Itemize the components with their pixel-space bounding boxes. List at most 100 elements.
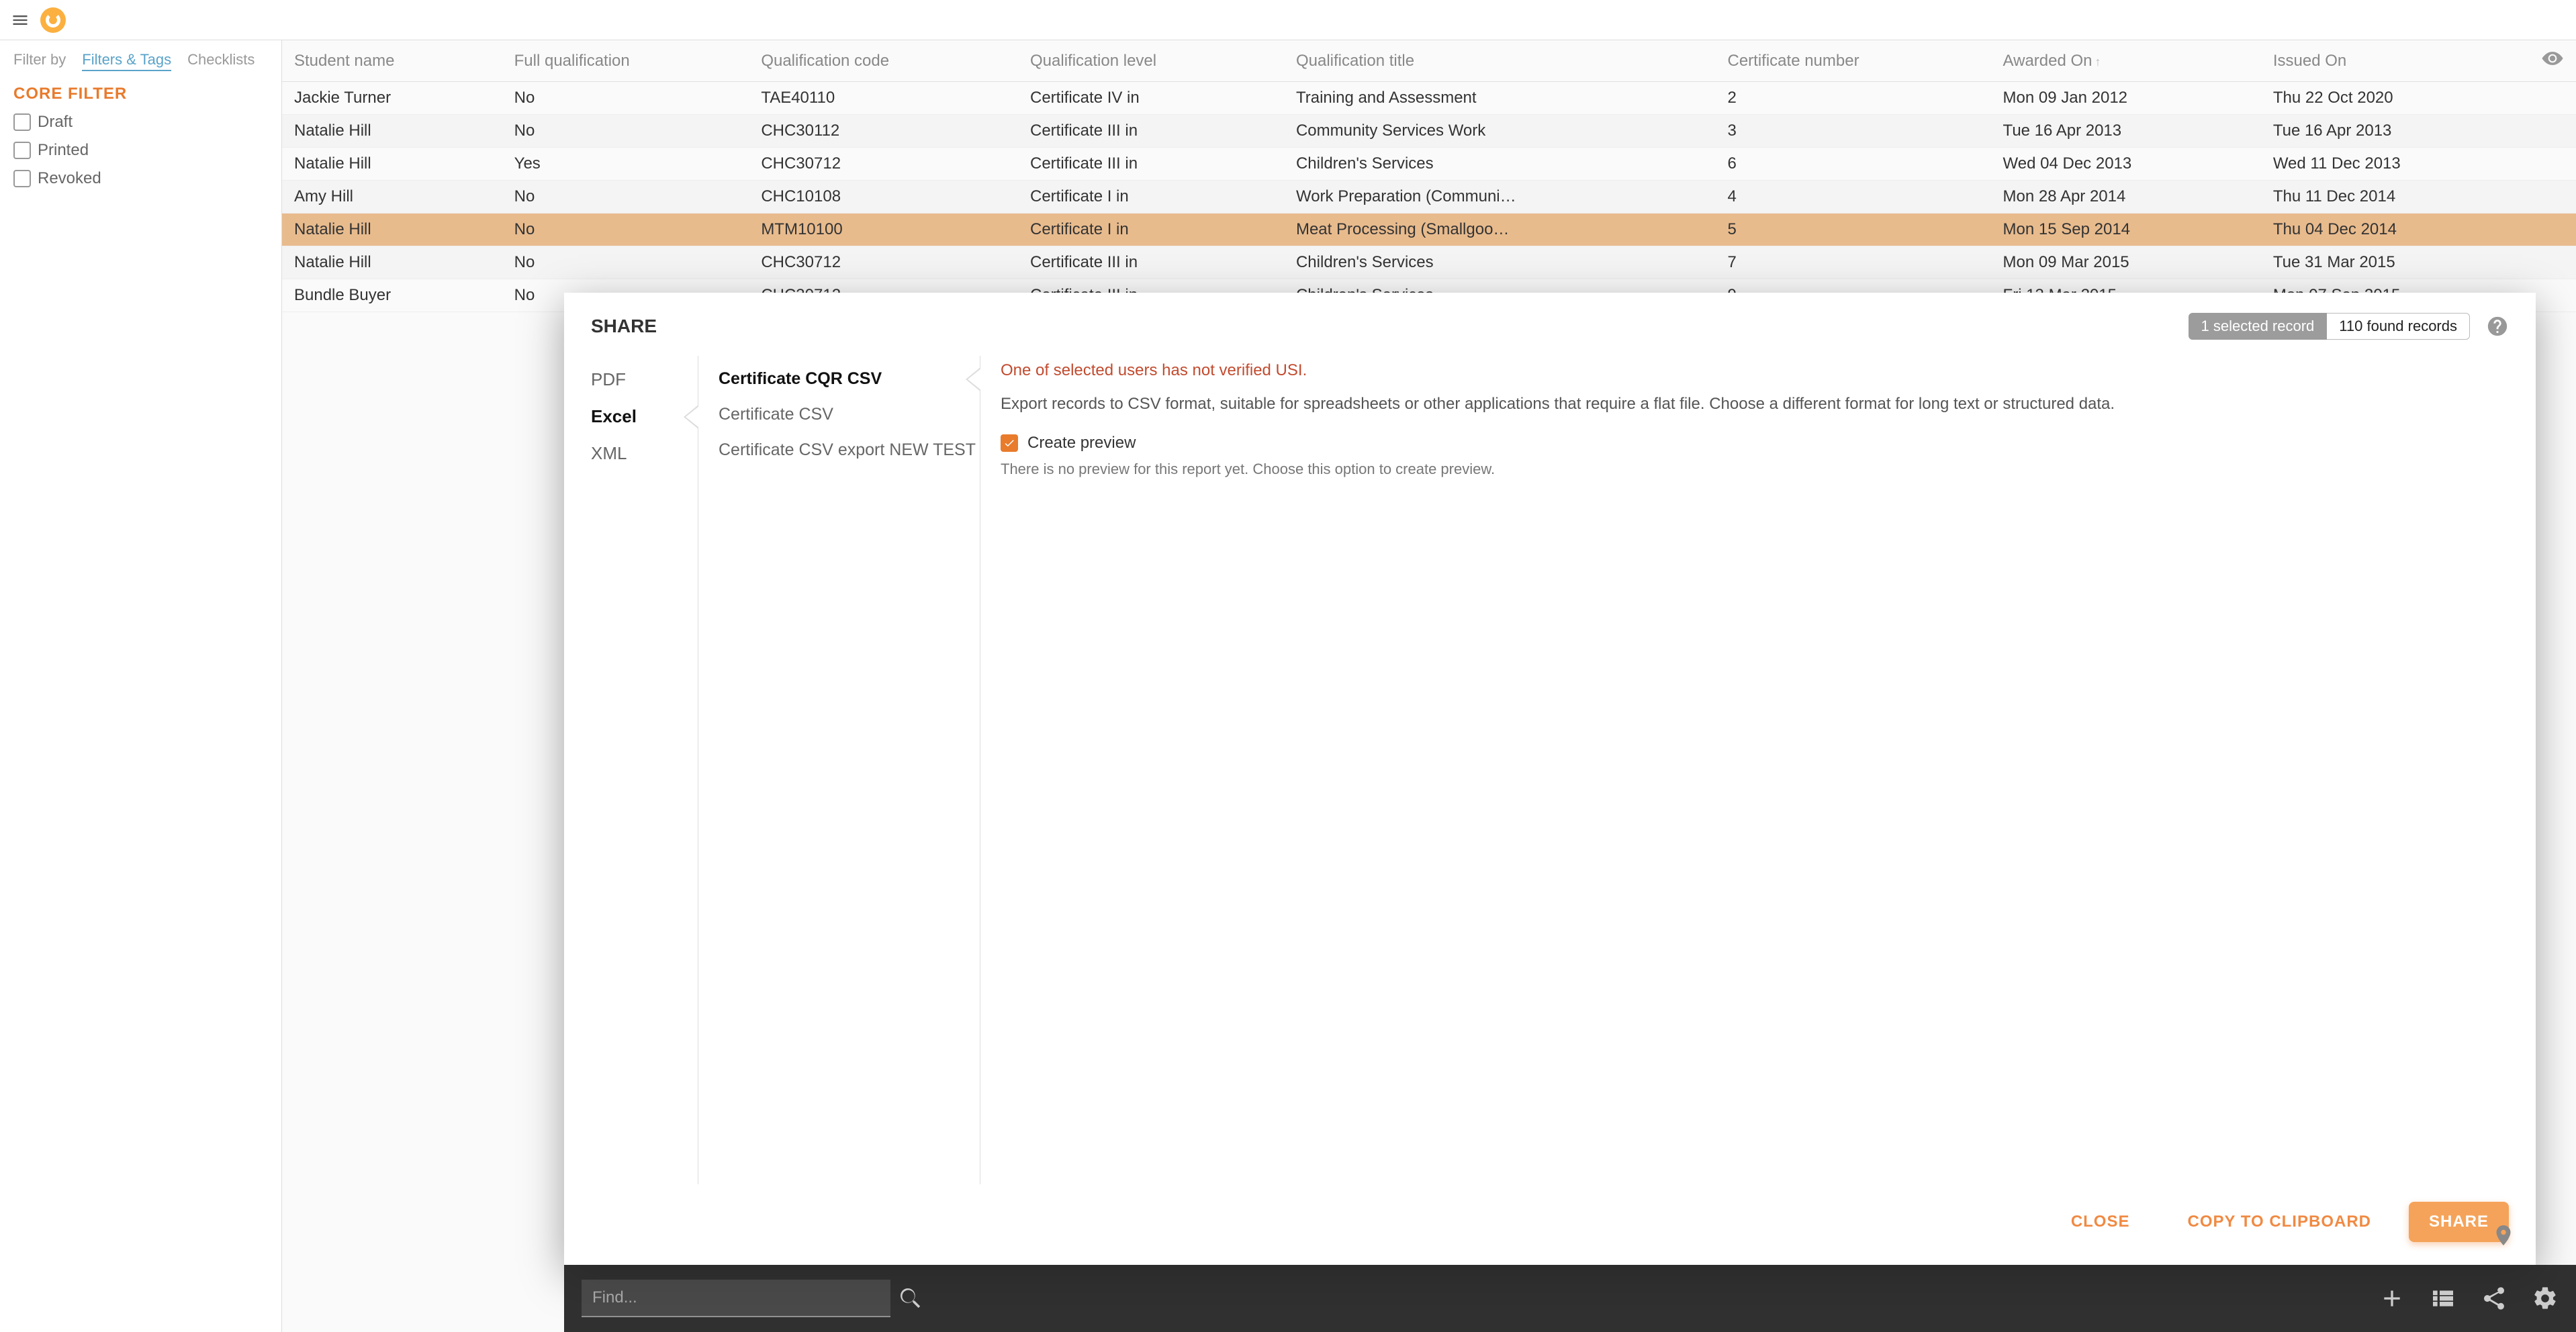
- create-preview-checkbox[interactable]: Create preview: [1001, 434, 2509, 453]
- cell-level: Certificate III in: [1018, 148, 1284, 181]
- col-qualification-level[interactable]: Qualification level: [1018, 40, 1284, 82]
- share-modal: SHARE 1 selected record 110 found record…: [564, 293, 2536, 1265]
- table-row[interactable]: Jackie TurnerNoTAE40110Certificate IV in…: [282, 82, 2576, 115]
- col-awarded-on[interactable]: Awarded On↑: [1991, 40, 2261, 82]
- format-xml[interactable]: XML: [591, 435, 698, 472]
- cell-awarded: Mon 28 Apr 2014: [1991, 181, 2261, 213]
- cell-issued: Thu 22 Oct 2020: [2261, 82, 2529, 115]
- cell-full: No: [502, 213, 749, 246]
- cell-title: Meat Processing (Smallgoo…: [1284, 213, 1716, 246]
- cell-title: Work Preparation (Communi…: [1284, 181, 1716, 213]
- cell-student: Natalie Hill: [282, 148, 502, 181]
- eye-icon[interactable]: [2541, 47, 2564, 70]
- pill-selected-records[interactable]: 1 selected record: [2189, 313, 2328, 340]
- format-excel[interactable]: Excel: [591, 398, 698, 435]
- settings-icon[interactable]: [2532, 1285, 2559, 1312]
- map-pin-icon[interactable]: [2491, 1219, 2516, 1251]
- cell-student: Amy Hill: [282, 181, 502, 213]
- cell-awarded: Mon 09 Mar 2015: [1991, 246, 2261, 279]
- col-qualification-title-label: Qualification title: [1296, 52, 1414, 70]
- cell-issued: Tue 16 Apr 2013: [2261, 115, 2529, 148]
- checkbox-icon[interactable]: [13, 113, 31, 131]
- filter-revoked-label: Revoked: [38, 169, 101, 188]
- filter-printed-label: Printed: [38, 141, 89, 160]
- cell-title: Community Services Work: [1284, 115, 1716, 148]
- usi-warning: One of selected users has not verified U…: [1001, 361, 2509, 380]
- filters-and-tags-tab[interactable]: Filters & Tags: [82, 51, 171, 71]
- main-area: Student name Full qualification Qualific…: [282, 40, 2576, 1332]
- export-format-column: PDF Excel XML: [591, 356, 698, 1184]
- col-certificate-number[interactable]: Certificate number: [1716, 40, 1991, 82]
- cell-num: 2: [1716, 82, 1991, 115]
- col-qualification-title[interactable]: Qualification title: [1284, 40, 1716, 82]
- table-row[interactable]: Natalie HillYesCHC30712Certificate III i…: [282, 148, 2576, 181]
- export-details-column: One of selected users has not verified U…: [980, 356, 2509, 1184]
- cell-issued: Tue 31 Mar 2015: [2261, 246, 2529, 279]
- cell-student: Natalie Hill: [282, 115, 502, 148]
- filter-by-label: Filter by: [13, 51, 66, 68]
- export-type-column: Certificate CQR CSV Certificate CSV Cert…: [698, 356, 980, 1184]
- search-input[interactable]: [582, 1280, 890, 1317]
- filter-draft[interactable]: Draft: [13, 113, 268, 132]
- help-icon[interactable]: [2486, 315, 2509, 338]
- logo-mark-icon: [40, 7, 66, 33]
- pill-found-records[interactable]: 110 found records: [2327, 313, 2470, 340]
- cell-awarded: Mon 15 Sep 2014: [1991, 213, 2261, 246]
- list-view-icon[interactable]: [2430, 1285, 2456, 1312]
- cell-student: Jackie Turner: [282, 82, 502, 115]
- table-row[interactable]: Natalie HillNoCHC30712Certificate III in…: [282, 246, 2576, 279]
- format-pdf[interactable]: PDF: [591, 361, 698, 398]
- checkbox-icon[interactable]: [13, 170, 31, 187]
- share-modal-footer: CLOSE COPY TO CLIPBOARD SHARE: [564, 1184, 2536, 1265]
- cell-spacer: [2529, 115, 2576, 148]
- cell-level: Certificate I in: [1018, 181, 1284, 213]
- sidebar: Filter by Filters & Tags Checklists CORE…: [0, 40, 282, 1332]
- checkbox-checked-icon[interactable]: [1001, 434, 1018, 452]
- table-row[interactable]: Natalie HillNoMTM10100Certificate I inMe…: [282, 213, 2576, 246]
- filter-printed[interactable]: Printed: [13, 141, 268, 160]
- share-icon[interactable]: [2481, 1285, 2508, 1312]
- search-icon[interactable]: [897, 1285, 924, 1312]
- export-type-csv-new-test[interactable]: Certificate CSV export NEW TEST: [719, 432, 980, 468]
- cell-awarded: Mon 09 Jan 2012: [1991, 82, 2261, 115]
- cell-code: TAE40110: [749, 82, 1018, 115]
- col-student-name[interactable]: Student name: [282, 40, 502, 82]
- cell-student: Bundle Buyer: [282, 279, 502, 312]
- col-full-qualification-label: Full qualification: [514, 52, 630, 70]
- table-row[interactable]: Amy HillNoCHC10108Certificate I inWork P…: [282, 181, 2576, 213]
- filter-revoked[interactable]: Revoked: [13, 169, 268, 188]
- checklists-tab[interactable]: Checklists: [187, 51, 255, 68]
- copy-to-clipboard-button[interactable]: COPY TO CLIPBOARD: [2168, 1202, 2391, 1242]
- cell-num: 4: [1716, 181, 1991, 213]
- table-row[interactable]: Natalie HillNoCHC30112Certificate III in…: [282, 115, 2576, 148]
- col-certificate-number-label: Certificate number: [1728, 52, 1859, 70]
- cell-student: Natalie Hill: [282, 213, 502, 246]
- hamburger-icon[interactable]: [11, 11, 30, 30]
- export-description: Export records to CSV format, suitable f…: [1001, 392, 2509, 416]
- search-wrap: [582, 1280, 924, 1317]
- cell-num: 7: [1716, 246, 1991, 279]
- cell-student: Natalie Hill: [282, 246, 502, 279]
- cell-full: No: [502, 246, 749, 279]
- appbar: ishonCourse: [0, 0, 2576, 40]
- cell-num: 3: [1716, 115, 1991, 148]
- col-full-qualification[interactable]: Full qualification: [502, 40, 749, 82]
- cell-spacer: [2529, 82, 2576, 115]
- cell-level: Certificate III in: [1018, 246, 1284, 279]
- cell-full: Yes: [502, 148, 749, 181]
- add-icon[interactable]: [2379, 1285, 2405, 1312]
- col-issued-on-label: Issued On: [2273, 52, 2346, 70]
- col-visibility: [2529, 40, 2576, 82]
- table-header-row: Student name Full qualification Qualific…: [282, 40, 2576, 82]
- share-modal-header: SHARE 1 selected record 110 found record…: [564, 293, 2536, 349]
- cell-code: CHC30712: [749, 148, 1018, 181]
- cell-title: Children's Services: [1284, 246, 1716, 279]
- col-qualification-code[interactable]: Qualification code: [749, 40, 1018, 82]
- export-type-cqr-csv[interactable]: Certificate CQR CSV: [719, 361, 980, 397]
- close-button[interactable]: CLOSE: [2051, 1202, 2150, 1242]
- export-type-csv[interactable]: Certificate CSV: [719, 397, 980, 432]
- core-filter-heading: CORE FILTER: [13, 85, 268, 103]
- checkbox-icon[interactable]: [13, 142, 31, 159]
- share-modal-title: SHARE: [591, 316, 657, 337]
- col-issued-on[interactable]: Issued On: [2261, 40, 2529, 82]
